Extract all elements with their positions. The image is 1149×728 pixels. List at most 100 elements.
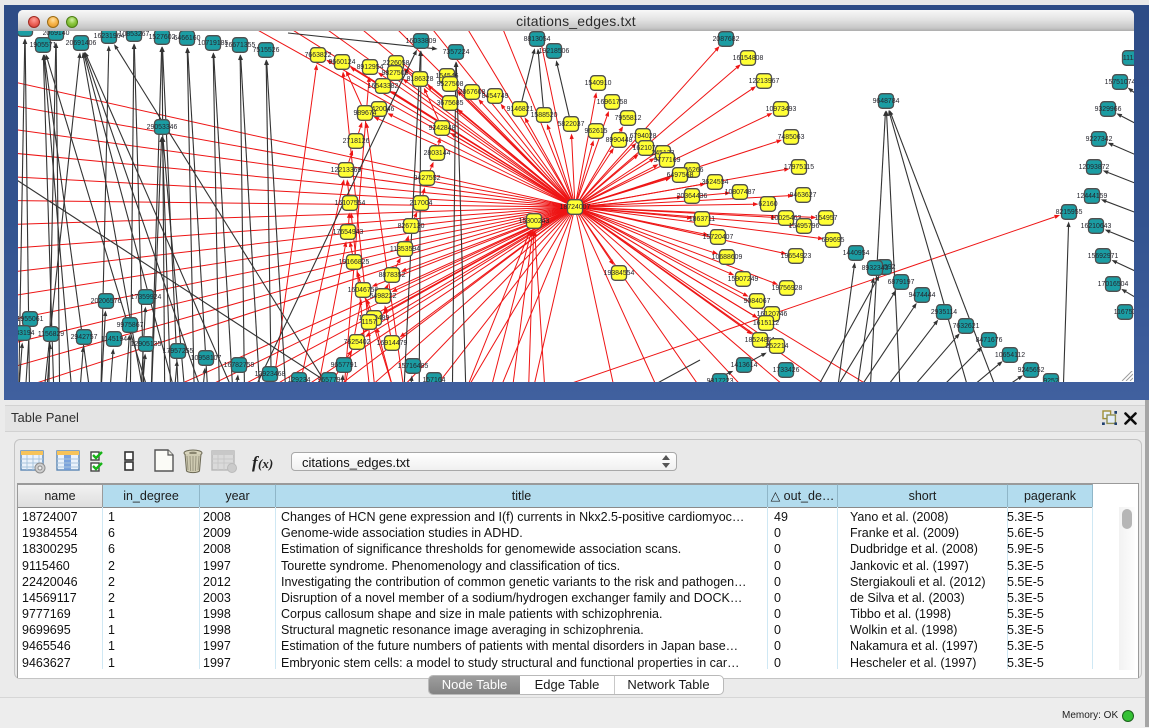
svg-text:16210643: 16210643 — [1081, 223, 1112, 230]
svg-text:933194: 933194 — [18, 330, 35, 337]
svg-text:2942757: 2942757 — [71, 334, 98, 341]
svg-text:7485063: 7485063 — [778, 134, 805, 141]
svg-text:9975867: 9975867 — [117, 322, 144, 329]
svg-text:2718126: 2718126 — [343, 138, 370, 145]
svg-text:11353594: 11353594 — [390, 246, 420, 253]
svg-text:19756928: 19756928 — [772, 285, 803, 292]
svg-text:1955061: 1955061 — [18, 316, 44, 323]
svg-text:16961758: 16961758 — [597, 99, 628, 106]
svg-text:2935114: 2935114 — [931, 309, 957, 316]
svg-text:1527602: 1527602 — [149, 34, 176, 41]
svg-text:29053346: 29053346 — [147, 124, 178, 131]
svg-text:20364436: 20364436 — [677, 193, 708, 200]
svg-text:15300243: 15300243 — [519, 218, 550, 225]
svg-text:965779: 965779 — [318, 377, 341, 382]
svg-text:15716485: 15716485 — [398, 363, 429, 370]
svg-text:3624554: 3624554 — [702, 179, 729, 186]
svg-text:7625402: 7625402 — [344, 339, 371, 346]
svg-text:1112: 1112 — [1123, 55, 1134, 62]
svg-text:116753: 116753 — [1114, 309, 1134, 316]
svg-text:16914479: 16914479 — [377, 340, 408, 347]
svg-text:(x): (x) — [258, 456, 273, 471]
svg-text:9329966: 9329966 — [1095, 106, 1122, 113]
svg-text:6466160: 6466160 — [174, 35, 201, 42]
svg-text:8215955: 8215955 — [1056, 209, 1083, 216]
svg-text:17975115: 17975115 — [784, 164, 814, 171]
svg-text:15720407: 15720407 — [703, 234, 734, 241]
svg-text:19166825: 19166825 — [339, 259, 370, 266]
svg-text:1540910: 1540910 — [585, 80, 612, 87]
svg-text:157164: 157164 — [423, 377, 446, 382]
svg-text:8912954: 8912954 — [357, 64, 384, 71]
svg-text:12093872: 12093872 — [1079, 164, 1110, 171]
svg-text:16671355: 16671355 — [225, 42, 256, 49]
svg-text:1588520: 1588520 — [531, 112, 558, 119]
svg-text:8932343: 8932343 — [862, 265, 889, 272]
svg-text:2803144: 2803144 — [424, 150, 451, 157]
svg-text:1733426: 1733426 — [773, 367, 800, 374]
svg-text:5498222: 5498222 — [370, 293, 397, 300]
svg-text:9242848: 9242848 — [429, 125, 456, 132]
svg-text:17359924: 17359924 — [131, 294, 162, 301]
svg-text:16033809: 16033809 — [406, 38, 437, 45]
svg-text:3675685: 3675685 — [437, 100, 464, 107]
svg-text:9146821: 9146821 — [507, 106, 534, 113]
svg-text:6794028: 6794028 — [630, 133, 657, 140]
svg-text:15495796: 15495796 — [789, 223, 820, 230]
svg-text:10973493: 10973493 — [766, 106, 797, 113]
svg-text:1615112: 1615112 — [753, 320, 779, 327]
svg-text:16782759: 16782759 — [224, 362, 255, 369]
svg-text:9777169: 9777169 — [654, 157, 681, 164]
svg-text:16107554: 16107554 — [335, 200, 366, 207]
svg-text:8454749: 8454749 — [482, 93, 509, 100]
svg-text:8878352: 8878352 — [379, 272, 406, 279]
svg-text:7515526: 7515526 — [253, 47, 280, 54]
svg-text:16543382: 16543382 — [368, 83, 399, 90]
svg-text:6879197: 6879197 — [888, 279, 915, 286]
svg-text:989674: 989674 — [354, 110, 377, 117]
svg-text:15751074: 15751074 — [1105, 79, 1134, 86]
svg-text:9660124: 9660124 — [329, 59, 356, 66]
svg-text:699695: 699695 — [822, 237, 845, 244]
svg-text:9827505: 9827505 — [382, 70, 409, 77]
svg-text:20206576: 20206576 — [91, 298, 122, 305]
svg-text:9427552: 9427552 — [414, 175, 441, 182]
svg-text:7632621: 7632621 — [953, 323, 980, 330]
svg-text:10958107: 10958107 — [191, 355, 222, 362]
svg-text:7663822: 7663822 — [305, 52, 332, 59]
svg-text:10654112: 10654112 — [995, 352, 1025, 359]
svg-text:8186328: 8186328 — [407, 76, 434, 83]
svg-text:8813054: 8813054 — [524, 36, 551, 43]
svg-text:252214: 252214 — [766, 343, 789, 350]
svg-text:12213369: 12213369 — [331, 167, 362, 174]
svg-text:10807487: 10807487 — [725, 189, 756, 196]
svg-text:217004: 217004 — [410, 200, 433, 207]
svg-text:9817223: 9817223 — [707, 378, 734, 382]
svg-text:5822037: 5822037 — [558, 121, 585, 128]
svg-text:16154808: 16154808 — [733, 55, 764, 62]
svg-text:19384554: 19384554 — [604, 270, 635, 277]
svg-text:9252: 9252 — [1043, 378, 1058, 382]
svg-text:1440954: 1440954 — [843, 250, 870, 257]
svg-text:20691406: 20691406 — [66, 40, 97, 47]
svg-text:9084067: 9084067 — [744, 298, 771, 305]
svg-text:8267130: 8267130 — [398, 223, 425, 230]
svg-text:17957255: 17957255 — [163, 348, 194, 355]
svg-text:10688609: 10688609 — [712, 254, 743, 261]
svg-text:9527508: 9527508 — [437, 81, 464, 88]
svg-text:9245652: 9245652 — [1018, 367, 1045, 374]
svg-text:6497568: 6497568 — [667, 172, 694, 179]
svg-text:12444159: 12444159 — [1077, 193, 1108, 200]
svg-text:9463627: 9463627 — [790, 192, 817, 199]
svg-text:12905135: 12905135 — [131, 341, 162, 348]
svg-text:15692971: 15692971 — [1088, 253, 1119, 260]
svg-text:62160: 62160 — [758, 201, 777, 208]
svg-text:9474444: 9474444 — [909, 292, 936, 299]
svg-text:1157: 1157 — [362, 319, 377, 326]
svg-text:1145194: 1145194 — [101, 336, 127, 343]
svg-text:9657791: 9657791 — [331, 362, 358, 369]
svg-text:17016504: 17016504 — [1098, 281, 1129, 288]
svg-text:962615: 962615 — [585, 128, 608, 135]
svg-text:8990448: 8990448 — [606, 137, 633, 144]
svg-text:154957: 154957 — [815, 215, 838, 222]
